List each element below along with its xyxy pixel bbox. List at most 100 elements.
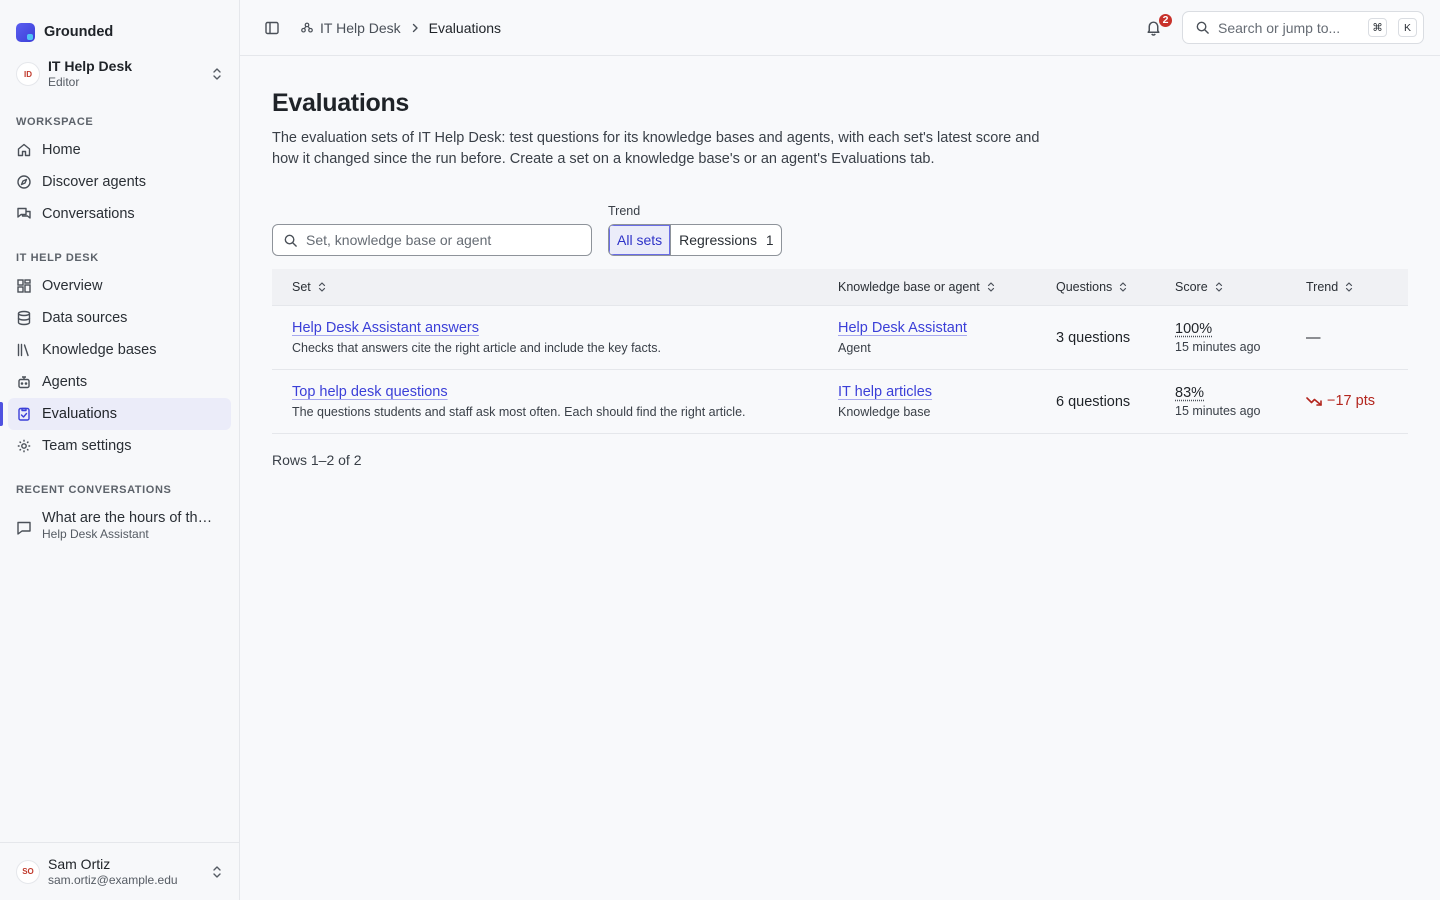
nav-item-knowledge-bases[interactable]: Knowledge bases — [8, 334, 231, 366]
library-icon — [17, 343, 29, 357]
home-icon — [17, 143, 31, 157]
notification-count-badge: 2 — [1157, 11, 1174, 29]
trending-down-icon — [1306, 396, 1322, 406]
questions-cell: 3 questions — [1036, 305, 1155, 370]
column-header-trend[interactable]: Trend — [1286, 269, 1408, 306]
nav-item-home[interactable]: Home — [8, 134, 231, 166]
score-value[interactable]: 100% — [1175, 321, 1212, 337]
chevron-up-down-icon — [213, 68, 221, 80]
nav-item-label: Overview — [42, 278, 103, 294]
score-cell: 83% 15 minutes ago — [1155, 369, 1286, 434]
sidebar-toggle-icon[interactable] — [264, 20, 280, 36]
nav-item-conversations[interactable]: Conversations — [8, 198, 231, 230]
set-search-field[interactable] — [272, 224, 592, 256]
global-search-placeholder: Search or jump to... — [1218, 19, 1341, 36]
set-link[interactable]: Help Desk Assistant answers — [292, 320, 479, 336]
target-link[interactable]: IT help articles — [838, 384, 932, 400]
trend-filter: Trend All sets Regressions 1 — [608, 204, 783, 256]
set-description: The questions students and staff ask mos… — [292, 405, 746, 419]
chat-bubbles-icon — [17, 207, 31, 219]
column-header-label: Set — [292, 279, 311, 294]
table-row: Top help desk questions The questions st… — [272, 369, 1408, 434]
global-search[interactable]: Search or jump to... ⌘ K — [1182, 11, 1424, 44]
column-header-questions[interactable]: Questions — [1036, 269, 1155, 306]
robot-icon — [18, 376, 30, 389]
set-search-input[interactable] — [306, 232, 581, 248]
column-header-label: Trend — [1306, 279, 1339, 294]
table-row: Help Desk Assistant answers Checks that … — [272, 305, 1408, 370]
target-type: Agent — [838, 341, 871, 355]
column-header-label: Score — [1175, 279, 1208, 294]
target-type: Knowledge base — [838, 405, 931, 419]
nav-item-team-settings[interactable]: Team settings — [8, 430, 231, 462]
trend-filter-label: Trend — [608, 204, 641, 218]
page-title: Evaluations — [272, 89, 410, 117]
chat-bubble-icon — [17, 521, 31, 535]
recent-conversation-item[interactable]: What are the hours of the IT help desk? … — [0, 504, 239, 547]
trend-value: −17 pts — [1327, 392, 1375, 409]
questions-cell: 6 questions — [1036, 369, 1155, 434]
score-value[interactable]: 83% — [1175, 385, 1204, 401]
team-icon — [301, 22, 313, 33]
page-description: The evaluation sets of IT Help Desk: tes… — [272, 130, 1040, 167]
trend-regressions-label: Regressions — [679, 232, 757, 248]
app-root: Grounded ID IT Help Desk Editor WORKSPAC… — [0, 0, 1440, 900]
set-link[interactable]: Top help desk questions — [292, 384, 448, 400]
breadcrumb-team[interactable]: IT Help Desk — [300, 20, 401, 36]
breadcrumb: IT Help Desk Evaluations — [300, 20, 501, 36]
trend-cell: −17 pts — [1286, 369, 1408, 434]
trend-all-sets-button[interactable]: All sets — [609, 225, 672, 255]
nav-item-label: Knowledge bases — [42, 342, 157, 358]
trend-cell: — — [1286, 305, 1408, 370]
score-time: 15 minutes ago — [1175, 404, 1261, 418]
database-icon — [17, 310, 31, 326]
nav-item-label: Agents — [42, 374, 88, 390]
set-cell: Help Desk Assistant answers Checks that … — [272, 305, 818, 370]
breadcrumb-team-label: IT Help Desk — [320, 19, 401, 36]
column-header-score[interactable]: Score — [1155, 269, 1286, 306]
trend-value: — — [1306, 329, 1321, 346]
trend-regressions-button[interactable]: Regressions 1 — [671, 225, 781, 255]
sort-icon — [1346, 282, 1353, 292]
section-label-team: IT HELP DESK — [16, 252, 99, 264]
column-header-target[interactable]: Knowledge base or agent — [818, 269, 1036, 306]
kbd-command: ⌘ — [1368, 18, 1387, 37]
recent-conversation-title: What are the hours of the IT help desk? — [42, 510, 220, 526]
user-name: Sam Ortiz — [48, 855, 111, 872]
compass-icon — [17, 175, 31, 189]
rows-count: Rows 1–2 of 2 — [272, 451, 362, 468]
chevron-right-icon — [412, 23, 418, 32]
search-icon — [284, 234, 297, 247]
target-link[interactable]: Help Desk Assistant — [838, 320, 967, 336]
nav-item-overview[interactable]: Overview — [8, 270, 231, 302]
team-name: IT Help Desk — [48, 58, 133, 74]
sort-icon — [318, 282, 325, 292]
nav-item-agents[interactable]: Agents — [8, 366, 231, 398]
nav-item-label: Home — [42, 142, 81, 158]
questions-count: 6 questions — [1056, 393, 1131, 410]
filters-bar: Trend All sets Regressions 1 — [272, 204, 1408, 256]
gear-icon — [17, 439, 31, 453]
nav-item-evaluations[interactable]: Evaluations — [0, 398, 231, 430]
questions-count: 3 questions — [1056, 329, 1131, 346]
notifications-button[interactable]: 2 — [1136, 11, 1174, 45]
chevron-up-down-icon — [213, 865, 221, 878]
team-avatar: ID — [16, 62, 40, 86]
user-menu[interactable]: SO Sam Ortiz sam.ortiz@example.edu — [0, 842, 239, 900]
team-nav: Overview Data sources Knowledge bases Ag… — [0, 270, 239, 462]
team-switcher[interactable]: ID IT Help Desk Editor — [8, 56, 231, 92]
recent-list: What are the hours of the IT help desk? … — [0, 504, 239, 547]
nav-item-label: Data sources — [42, 310, 128, 326]
evaluations-table: Set Knowledge base or agent Questions Sc… — [272, 269, 1408, 434]
brand[interactable]: Grounded — [0, 0, 239, 46]
set-cell: Top help desk questions The questions st… — [272, 369, 818, 434]
nav-item-data-sources[interactable]: Data sources — [8, 302, 231, 334]
column-header-label: Questions — [1056, 279, 1113, 294]
column-header-set[interactable]: Set — [272, 269, 818, 306]
sidebar: Grounded ID IT Help Desk Editor WORKSPAC… — [0, 0, 240, 900]
nav-item-discover-agents[interactable]: Discover agents — [8, 166, 231, 198]
trend-regression: −17 pts — [1306, 393, 1375, 409]
score-cell: 100% 15 minutes ago — [1155, 305, 1286, 370]
table-header-row: Set Knowledge base or agent Questions Sc… — [272, 269, 1408, 306]
column-header-label: Knowledge base or agent — [838, 279, 980, 294]
